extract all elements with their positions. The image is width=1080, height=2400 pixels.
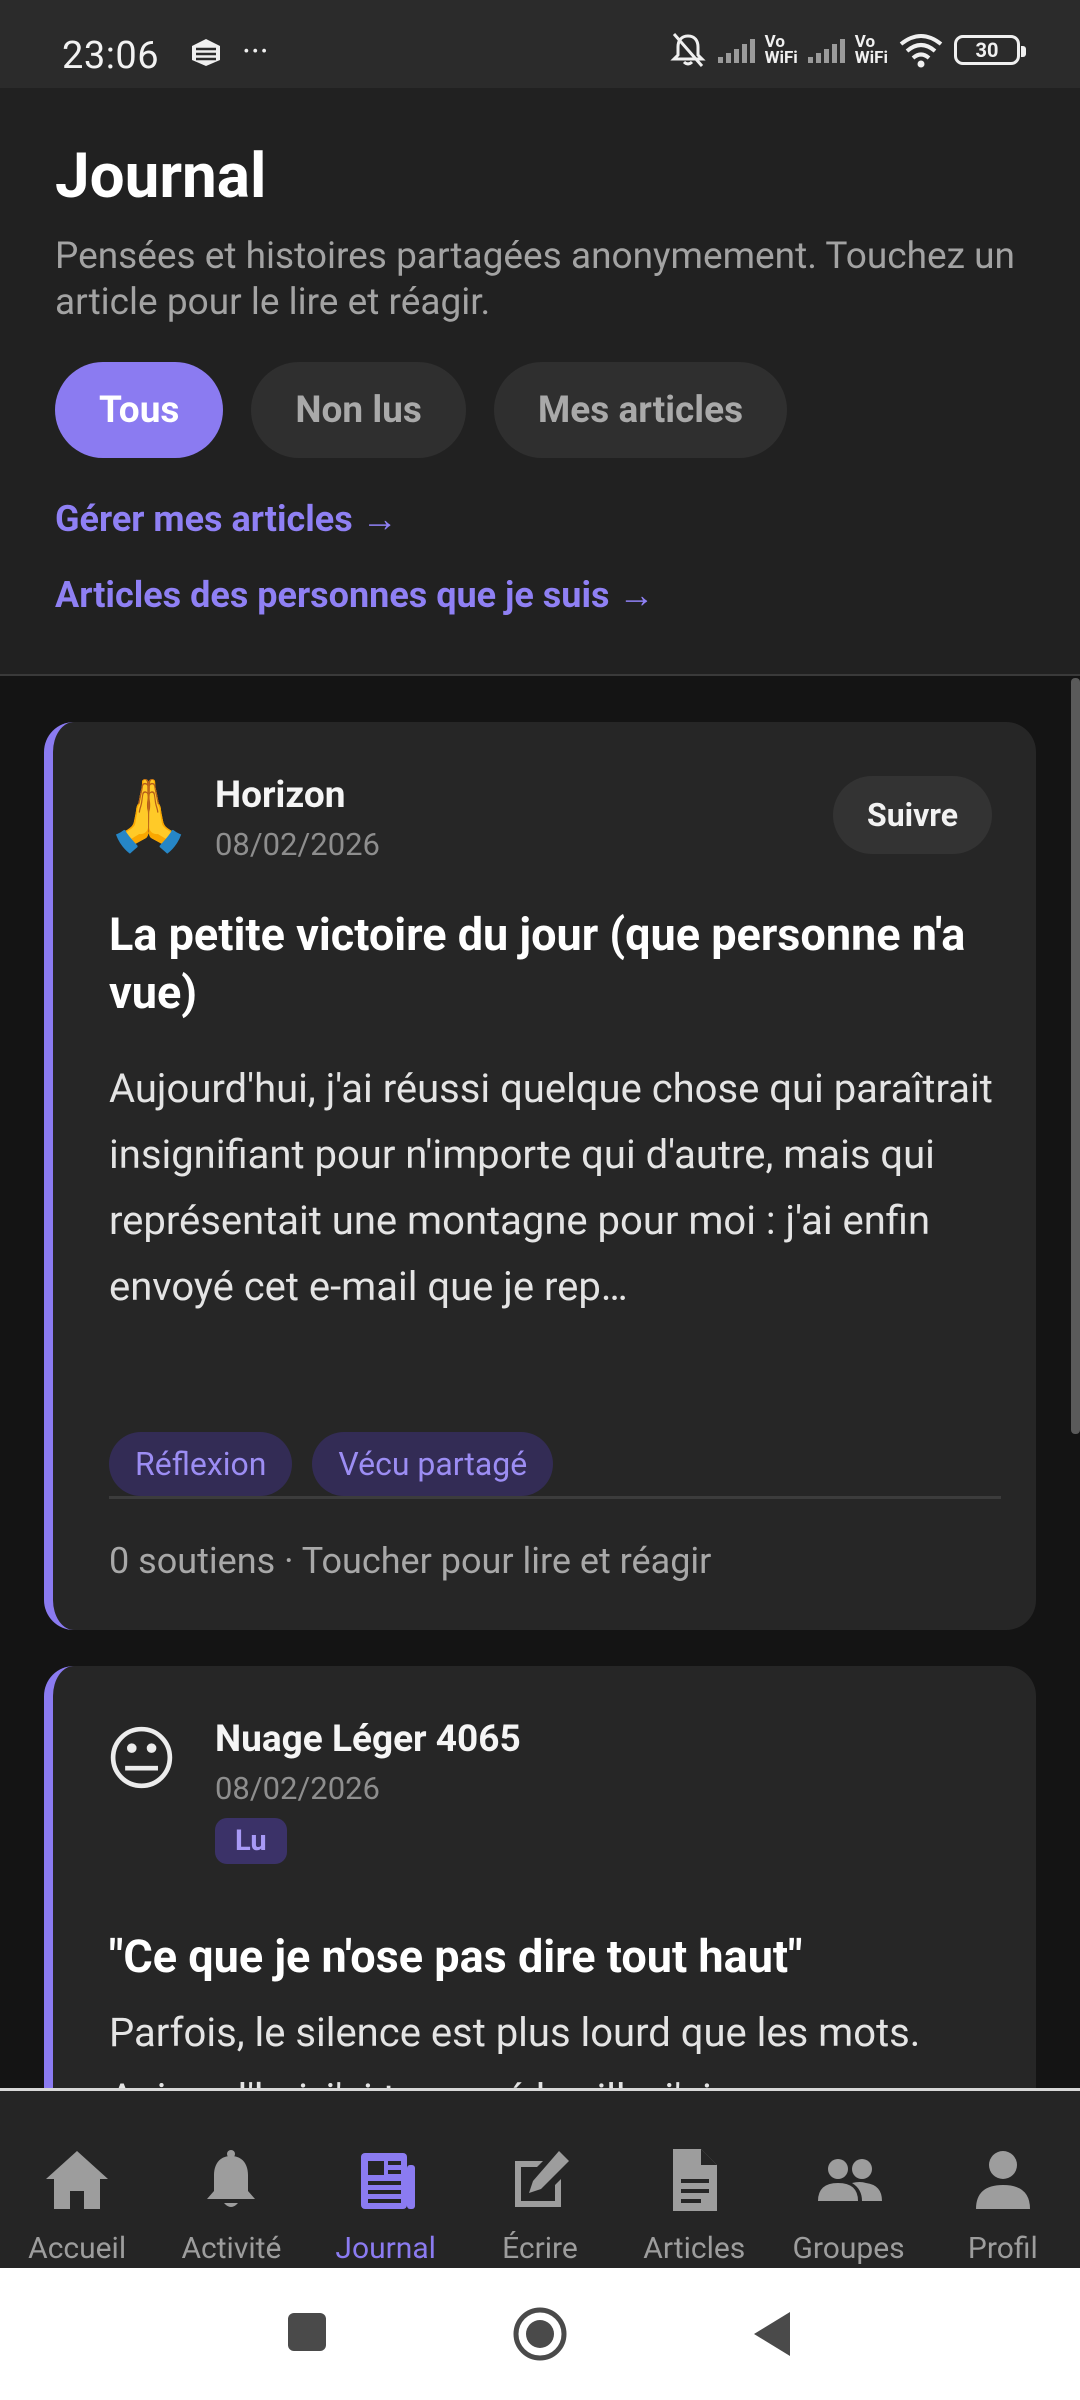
nav-label: Accueil: [28, 2231, 127, 2266]
article-footer: 0 soutiens · Toucher pour lire et réagir: [109, 1540, 712, 1582]
nav-label: Écrire: [502, 2231, 578, 2266]
system-nav-bar: [0, 2268, 1080, 2400]
document-icon: [673, 2149, 718, 2211]
signal-2-icon: [807, 37, 845, 63]
group-icon: [817, 2159, 882, 2201]
nav-item-home[interactable]: Accueil: [0, 2091, 154, 2268]
edit-icon: [514, 2151, 569, 2207]
nav-item-articles[interactable]: Articles: [617, 2091, 771, 2268]
tag[interactable]: Vécu partagé: [312, 1432, 554, 1496]
vowifi-2-icon: Vo WiFi: [854, 32, 888, 68]
journal-header: Journal Pensées et histoires partagées a…: [0, 88, 1080, 676]
page-title: Journal: [55, 140, 267, 213]
article-feed[interactable]: 🙏 Horizon 08/02/2026 Suivre La petite vi…: [0, 678, 1080, 2088]
article-tags: Réflexion Vécu partagé: [109, 1432, 554, 1496]
article-excerpt: Parfois, le silence est plus lourd que l…: [109, 2009, 921, 2088]
bell-icon: [207, 2150, 256, 2207]
nav-item-groups[interactable]: Groupes: [771, 2091, 925, 2268]
follow-button[interactable]: Suivre: [833, 776, 992, 854]
nav-label: Articles: [643, 2231, 746, 2266]
bottom-nav: Accueil Activité Journal Écrire Articles…: [0, 2088, 1080, 2268]
nav-label: Journal: [335, 2231, 436, 2266]
manage-articles-link[interactable]: Gérer mes articles →: [55, 498, 398, 540]
filter-my-articles-chip[interactable]: Mes articles: [493, 362, 788, 458]
article-title: "Ce que je n'ose pas dire tout haut": [109, 1930, 803, 1983]
nav-item-write[interactable]: Écrire: [463, 2091, 617, 2268]
tag[interactable]: Réflexion: [109, 1432, 293, 1496]
read-badge: Lu: [215, 1818, 287, 1864]
home-circle-icon[interactable]: [510, 2304, 570, 2364]
vowifi-1-icon: Vo WiFi: [764, 32, 798, 68]
status-time: 23:06: [62, 34, 160, 78]
article-date: 08/02/2026: [215, 826, 380, 863]
following-articles-link[interactable]: Articles des personnes que je suis →: [55, 574, 654, 616]
more-notifications-icon: ···: [242, 32, 269, 72]
article-card[interactable]: 🙏 Horizon 08/02/2026 Suivre La petite vi…: [44, 722, 1036, 1630]
page-subtitle: Pensées et histoires partagées anonymeme…: [55, 235, 1015, 324]
filter-all-chip[interactable]: Tous: [55, 362, 224, 458]
filter-unread-chip[interactable]: Non lus: [251, 362, 466, 458]
wifi-icon: [899, 34, 943, 68]
nav-label: Profil: [967, 2231, 1038, 2266]
newspaper-icon: [360, 2153, 415, 2209]
author-name: Nuage Léger 4065: [215, 1718, 521, 1761]
filter-chips: Tous Non lus Mes articles: [55, 362, 788, 458]
person-icon: [975, 2151, 1030, 2209]
bell-muted-icon: [669, 33, 706, 67]
article-card[interactable]: 😐 Nuage Léger 4065 08/02/2026 Lu "Ce que…: [44, 1666, 1036, 2088]
nav-item-activity[interactable]: Activité: [154, 2091, 308, 2268]
nav-item-profile[interactable]: Profil: [926, 2091, 1080, 2268]
article-date: 08/02/2026: [215, 1770, 380, 1807]
author-name: Horizon: [215, 774, 346, 817]
author-avatar: 😐: [105, 1719, 178, 1801]
recents-icon[interactable]: [286, 2308, 328, 2356]
status-bar: 23:06 ··· Vo WiFi Vo WiFi 30: [0, 0, 1080, 88]
article-title: La petite victoire du jour (que personne…: [109, 908, 966, 1019]
author-avatar: 🙏: [105, 775, 193, 857]
nav-label: Activité: [181, 2231, 282, 2266]
home-icon: [46, 2151, 109, 2209]
nav-label: Groupes: [792, 2231, 905, 2266]
article-excerpt: Aujourd'hui, j'ai réussi quelque chose q…: [109, 1065, 993, 1310]
back-icon[interactable]: [750, 2308, 794, 2360]
app-notification-icon: [192, 39, 220, 66]
status-right-icons: Vo WiFi Vo WiFi 30: [668, 30, 1026, 70]
signal-1-icon: [717, 37, 755, 63]
battery-icon: 30: [954, 35, 1026, 65]
nav-item-journal[interactable]: Journal: [309, 2091, 463, 2268]
feed-scrollbar[interactable]: [1071, 678, 1080, 1434]
card-divider: [109, 1496, 1001, 1499]
status-left-icons: ···: [188, 32, 269, 72]
